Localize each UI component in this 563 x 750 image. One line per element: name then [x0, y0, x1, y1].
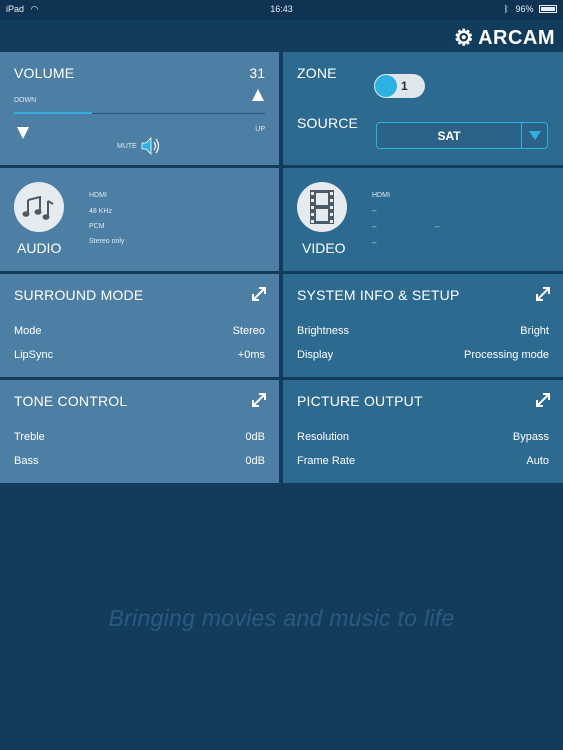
triangle-down-icon [529, 131, 541, 140]
music-note-icon [14, 182, 64, 232]
row-value: Processing mode [464, 349, 549, 361]
source-value: SAT [437, 129, 461, 143]
status-time: 16:43 [270, 4, 293, 14]
audio-info-line: 48 KHz [89, 208, 112, 215]
volume-down-label: DOWN [14, 97, 37, 104]
expand-icon[interactable] [249, 284, 269, 304]
audio-info-line: Stereo only [89, 238, 125, 245]
zone-toggle-knob [375, 75, 397, 97]
expand-icon[interactable] [249, 390, 269, 410]
picture-output-panel[interactable]: PICTURE OUTPUT Resolution Bypass Frame R… [283, 380, 563, 483]
volume-up-label: UP [255, 126, 265, 133]
volume-title: VOLUME [14, 65, 75, 81]
row-label: Brightness [297, 325, 349, 337]
row-value: +0ms [237, 349, 265, 361]
system-info-title: SYSTEM INFO & SETUP [297, 287, 460, 303]
row-label: Resolution [297, 431, 349, 443]
tone-row-bass: Bass 0dB [14, 455, 265, 467]
film-reel-icon [297, 182, 347, 232]
surround-row-lipsync: LipSync +0ms [14, 349, 265, 361]
tone-control-panel[interactable]: TONE CONTROL Treble 0dB Bass 0dB [0, 380, 279, 483]
brand-name: ARCAM [478, 26, 555, 49]
zone-title: ZONE [297, 65, 337, 81]
video-info-line: -- [372, 240, 377, 247]
row-value: Bright [520, 325, 549, 337]
picture-output-title: PICTURE OUTPUT [297, 393, 423, 409]
audio-panel[interactable]: AUDIO HDMI 48 KHz PCM Stereo only [0, 168, 279, 271]
battery-icon [539, 5, 557, 13]
system-row-display: Display Processing mode [297, 349, 549, 361]
status-bar: iPad ◠ 16:43 ᛒ 96% [0, 0, 563, 20]
volume-slider[interactable] [14, 112, 265, 116]
zone-toggle-value: 1 [401, 79, 408, 93]
surround-row-mode: Mode Stereo [14, 325, 265, 337]
zone-toggle[interactable]: 1 [374, 74, 425, 98]
audio-info-line: HDMI [89, 192, 107, 199]
source-dropdown-button[interactable] [521, 123, 547, 148]
source-select[interactable]: SAT [376, 122, 548, 149]
expand-icon[interactable] [533, 390, 553, 410]
volume-value: 31 [249, 65, 265, 81]
row-label: Mode [14, 325, 42, 337]
tagline: Bringing movies and music to life [108, 605, 455, 631]
mute-button[interactable]: MUTE [117, 136, 162, 156]
volume-slider-fill [14, 112, 92, 114]
video-panel[interactable]: VIDEO HDMI -- -- -- -- [283, 168, 563, 271]
picture-row-frame-rate: Frame Rate Auto [297, 455, 549, 467]
row-value: Bypass [512, 431, 549, 443]
video-info-line: HDMI [372, 192, 390, 199]
system-info-panel[interactable]: SYSTEM INFO & SETUP Brightness Bright Di… [283, 274, 563, 377]
row-label: Bass [14, 455, 39, 467]
speaker-icon [141, 137, 159, 155]
tone-row-treble: Treble 0dB [14, 431, 265, 443]
video-info-line: -- [435, 224, 440, 231]
audio-title: AUDIO [17, 240, 62, 256]
volume-down-button[interactable] [16, 126, 30, 140]
video-info-line: -- [372, 208, 377, 215]
mute-label: MUTE [117, 142, 137, 150]
row-value: Stereo [232, 325, 265, 337]
video-info-line: -- [372, 224, 377, 231]
gear-logo-icon: ⚙ [453, 25, 475, 50]
row-label: Treble [14, 431, 45, 443]
row-label: Frame Rate [297, 455, 356, 467]
row-value: 0dB [245, 455, 265, 467]
row-label: LipSync [14, 349, 54, 361]
audio-info-line: PCM [89, 223, 105, 230]
expand-icon[interactable] [533, 284, 553, 304]
picture-row-resolution: Resolution Bypass [297, 431, 549, 443]
triangle-up-icon [252, 89, 264, 101]
system-row-brightness: Brightness Bright [297, 325, 549, 337]
bluetooth-icon: ᛒ [503, 4, 509, 14]
triangle-down-icon [17, 127, 29, 139]
row-label: Display [297, 349, 334, 361]
row-value: Auto [526, 455, 549, 467]
tone-control-title: TONE CONTROL [14, 393, 128, 409]
zone-panel: ZONE 1 SOURCE SAT [283, 52, 563, 165]
volume-panel: VOLUME 31 DOWN UP MUTE [0, 52, 279, 165]
surround-mode-panel[interactable]: SURROUND MODE Mode Stereo LipSync +0ms [0, 274, 279, 377]
source-title: SOURCE [297, 115, 359, 131]
video-title: VIDEO [302, 240, 346, 256]
arcam-logo: ⚙ ARCAM [453, 25, 555, 50]
volume-up-button[interactable] [251, 88, 265, 102]
surround-mode-title: SURROUND MODE [14, 287, 144, 303]
battery-label: 96% [515, 4, 534, 14]
row-value: 0dB [245, 431, 265, 443]
